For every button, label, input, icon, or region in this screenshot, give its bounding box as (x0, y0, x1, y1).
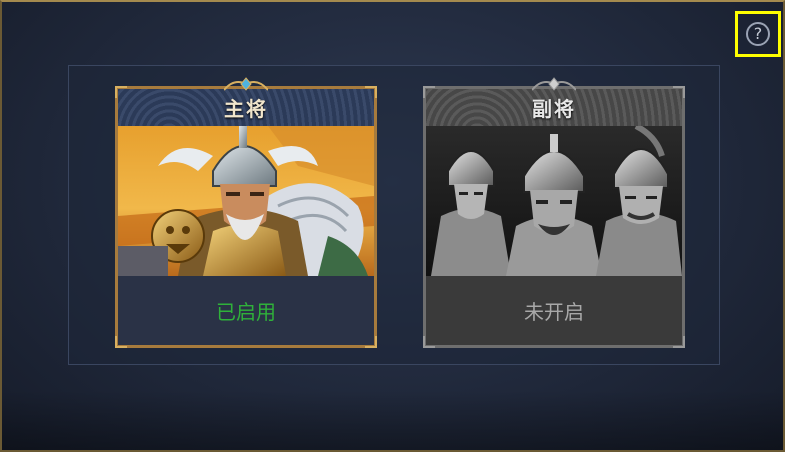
help-button[interactable]: ? (735, 11, 781, 57)
main-general-title: 主将 (224, 97, 268, 121)
main-general-title-bar: 主将 (118, 89, 374, 128)
main-general-status: 已启用 (216, 300, 276, 324)
general-select-window: ? 主将 已启用 副将 未开启 (0, 0, 785, 452)
sub-general-portrait (426, 126, 682, 276)
question-icon: ? (746, 22, 770, 46)
sub-general-title-bar: 副将 (426, 89, 682, 128)
sub-general-card[interactable]: 副将 未开启 (423, 86, 685, 348)
main-general-status-area: 已启用 (118, 276, 374, 345)
sub-card-ornament (532, 77, 576, 91)
main-general-card[interactable]: 主将 已启用 (115, 86, 377, 348)
main-card-ornament (224, 77, 268, 91)
sub-general-status-area: 未开启 (426, 276, 682, 345)
sub-general-title: 副将 (532, 97, 576, 121)
sub-general-status: 未开启 (524, 300, 584, 324)
main-general-portrait (118, 126, 374, 276)
